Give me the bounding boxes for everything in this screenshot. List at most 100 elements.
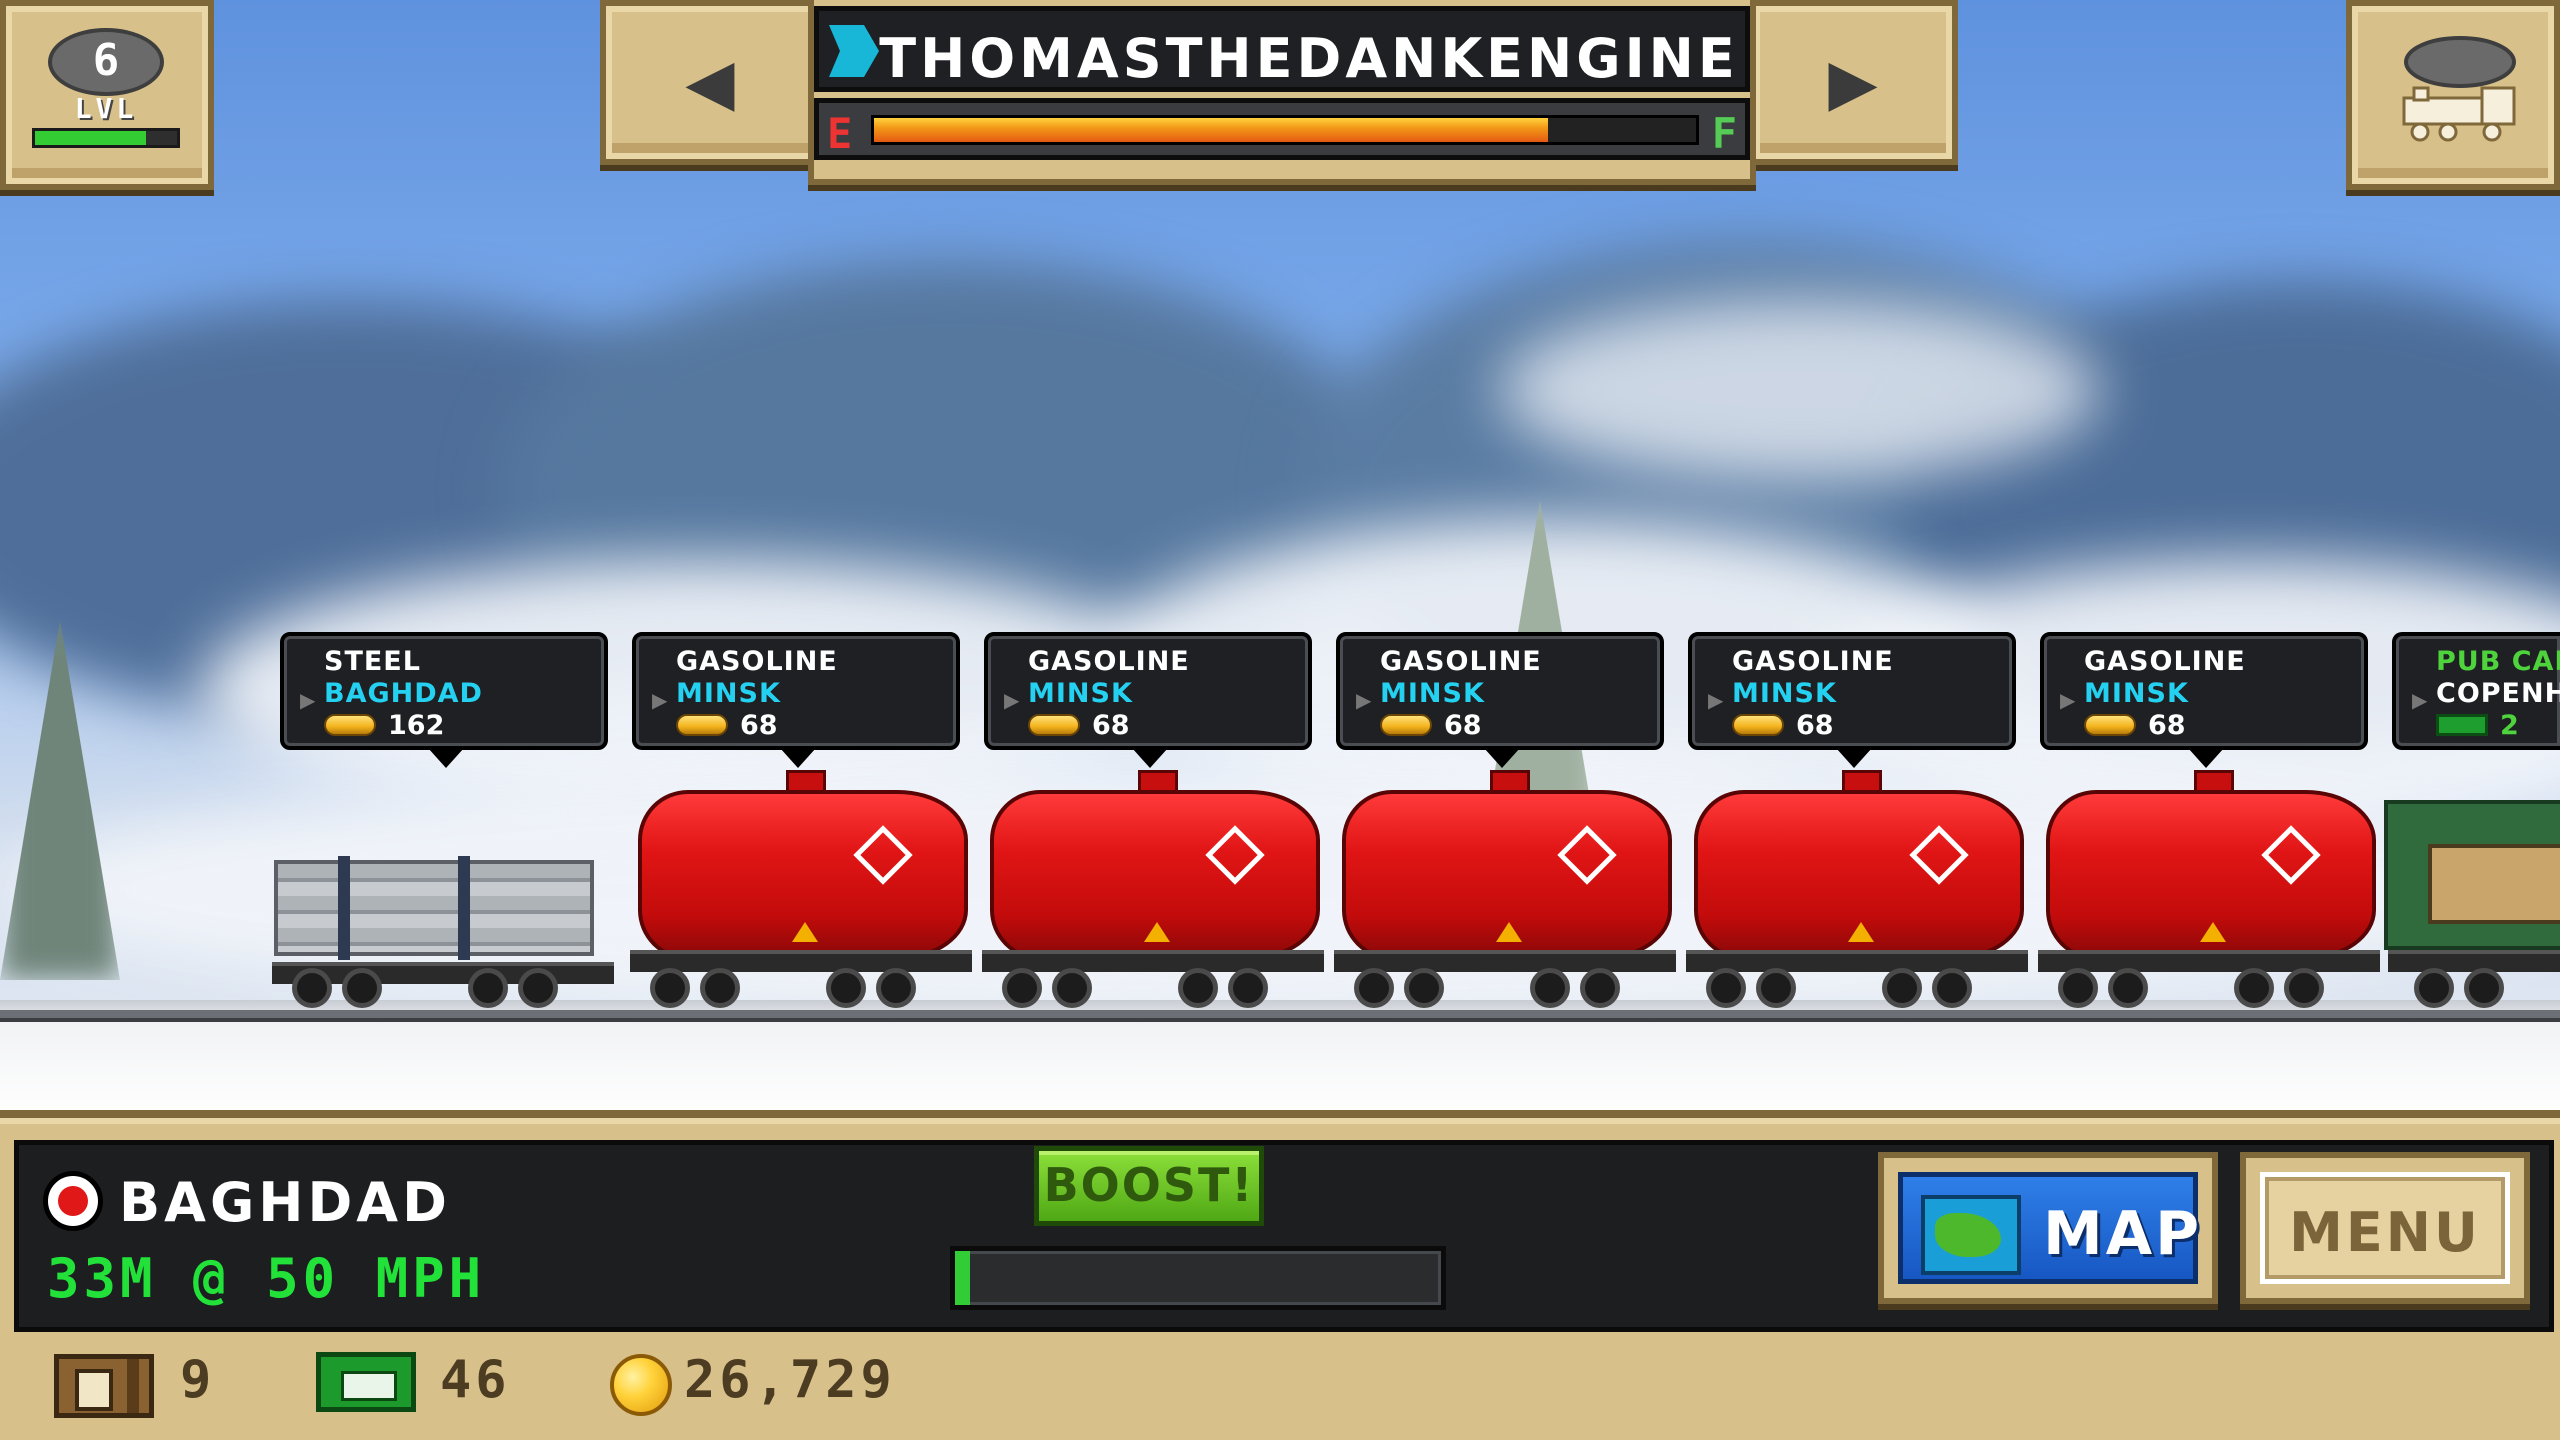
crate-count: 9 — [180, 1350, 216, 1410]
destination-arrow-icon: ▶ — [1356, 688, 1372, 712]
warning-triangle-icon — [2200, 922, 2226, 942]
train-info-panel: THOMASTHEDANKENGINE E F — [808, 0, 1756, 185]
cloud — [1500, 300, 2100, 480]
wheel — [342, 968, 382, 1008]
hazard-diamond-icon — [1909, 825, 1969, 885]
wheel — [292, 968, 332, 1008]
cargo-label[interactable]: PUB CAR ▶ COPENHA 2 — [2392, 632, 2560, 750]
map-button[interactable]: MAP — [1878, 1152, 2218, 1304]
tank-body — [1342, 790, 1672, 960]
warning-triangle-icon — [1144, 922, 1170, 942]
cargo-destination: MINSK — [1380, 678, 1485, 709]
coin-stack-icon — [324, 714, 376, 736]
cargo-label[interactable]: GASOLINE ▶ MINSK 68 — [2040, 632, 2368, 768]
destination-arrow-icon: ▶ — [1004, 688, 1020, 712]
cargo-label[interactable]: GASOLINE ▶ MINSK 68 — [1688, 632, 2016, 768]
chassis — [1334, 950, 1676, 972]
level-badge[interactable]: 6 LVL — [0, 0, 214, 190]
hazard-diamond-icon — [1205, 825, 1265, 885]
menu-button-face: MENU — [2260, 1172, 2510, 1284]
cargo-destination: MINSK — [1028, 678, 1133, 709]
coin-icon — [610, 1354, 672, 1416]
wheel — [1002, 968, 1042, 1008]
wheel — [1580, 968, 1620, 1008]
wheel — [2284, 968, 2324, 1008]
menu-label: MENU — [2289, 1201, 2481, 1264]
map-button-face: MAP — [1898, 1172, 2199, 1284]
tank-car[interactable] — [626, 770, 976, 1010]
prev-train-button[interactable]: ◀ — [600, 0, 820, 165]
wheel — [1932, 968, 1972, 1008]
cargo-type: STEEL — [324, 646, 421, 677]
tank-body — [1694, 790, 2024, 960]
train-name-box[interactable]: THOMASTHEDANKENGINE — [814, 6, 1750, 92]
fuel-gauge: E F — [814, 98, 1750, 160]
wheel — [2234, 968, 2274, 1008]
hazard-diamond-icon — [853, 825, 913, 885]
coin-stack-icon — [1380, 714, 1432, 736]
cargo-label[interactable]: STEEL ▶ BAGHDAD 162 — [280, 632, 608, 768]
wheel — [1882, 968, 1922, 1008]
tank-car[interactable] — [1682, 770, 2032, 1010]
wheel — [826, 968, 866, 1008]
cargo-destination: MINSK — [676, 678, 781, 709]
warning-triangle-icon — [792, 922, 818, 942]
cargo-label[interactable]: GASOLINE ▶ MINSK 68 — [1336, 632, 1664, 768]
destination-arrow-icon: ▶ — [2060, 688, 2076, 712]
train-icon — [2402, 36, 2516, 142]
cargo-payout: 2 — [2436, 710, 2546, 742]
fuel-fill — [874, 118, 1549, 142]
payout-value: 68 — [740, 710, 778, 741]
pub-car-window — [2428, 844, 2560, 924]
cargo-payout: 68 — [1732, 710, 1998, 742]
steel-cargo — [274, 860, 594, 956]
tank-car[interactable] — [1330, 770, 1680, 1010]
cargo-label[interactable]: GASOLINE ▶ MINSK 68 — [984, 632, 1312, 768]
tank-car[interactable] — [978, 770, 1328, 1010]
destination-arrow-icon: ▶ — [1708, 688, 1724, 712]
cargo-type: GASOLINE — [1380, 646, 1542, 677]
payout-value: 68 — [1444, 710, 1482, 741]
boost-button[interactable]: BOOST! — [1034, 1146, 1264, 1226]
coin-stack-icon — [676, 714, 728, 736]
coin-stack-icon — [2084, 714, 2136, 736]
train-select-button[interactable] — [2346, 0, 2560, 190]
level-progress-fill — [35, 131, 146, 145]
hazard-diamond-icon — [1557, 825, 1617, 885]
cargo-label[interactable]: GASOLINE ▶ MINSK 68 — [632, 632, 960, 768]
chassis — [1686, 950, 2028, 972]
chassis — [630, 950, 972, 972]
payout-value: 68 — [2148, 710, 2186, 741]
cargo-destination: COPENHA — [2436, 678, 2560, 709]
destination-arrow-icon: ▶ — [652, 688, 668, 712]
next-train-button[interactable]: ▶ — [1748, 0, 1958, 165]
cargo-destination: MINSK — [2084, 678, 2189, 709]
hazard-diamond-icon — [2261, 825, 2321, 885]
steel-car[interactable] — [268, 830, 618, 1010]
wheel — [1178, 968, 1218, 1008]
fuel-empty-label: E — [827, 109, 853, 158]
cargo-payout: 68 — [2084, 710, 2350, 742]
pub-car-body — [2384, 800, 2560, 950]
warning-triangle-icon — [1496, 922, 1522, 942]
pub-car[interactable] — [2384, 800, 2560, 1010]
payout-value: 68 — [1092, 710, 1130, 741]
tank-body — [638, 790, 968, 960]
next-station-name: BAGHDAD — [119, 1171, 451, 1234]
cargo-payout: 68 — [1028, 710, 1294, 742]
fuel-full-label: F — [1711, 109, 1737, 158]
wheel — [468, 968, 508, 1008]
menu-button[interactable]: MENU — [2240, 1152, 2530, 1304]
cargo-strap — [458, 856, 470, 960]
payout-value: 162 — [388, 710, 445, 741]
wheel — [2108, 968, 2148, 1008]
payout-value: 68 — [1796, 710, 1834, 741]
chassis — [982, 950, 1324, 972]
wheel — [1354, 968, 1394, 1008]
tank-body — [990, 790, 1320, 960]
wheel — [1530, 968, 1570, 1008]
coin-count: 26,729 — [684, 1350, 896, 1410]
wheel — [2058, 968, 2098, 1008]
tank-car[interactable] — [2034, 770, 2384, 1010]
destination-arrow-icon: ▶ — [2412, 688, 2428, 712]
